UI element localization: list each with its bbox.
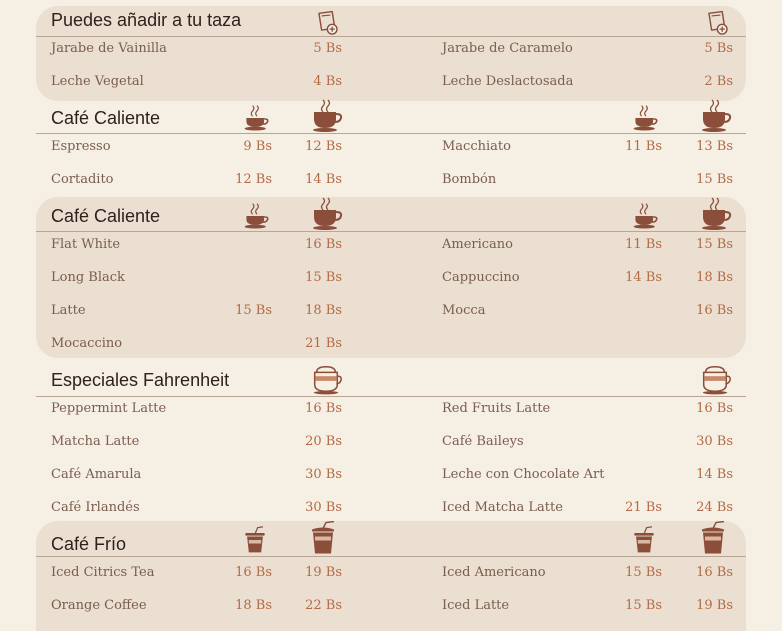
menu-item-name: Orange Coffee xyxy=(51,598,147,613)
menu-item-name: Americano xyxy=(442,237,514,252)
large-price: 14 Bs xyxy=(696,467,733,482)
small-price: 12 Bs xyxy=(235,172,272,187)
menu-item-name: Mocaccino xyxy=(51,336,123,351)
large-hot-cup-icon xyxy=(310,99,344,133)
small-hot-cup-icon xyxy=(631,103,661,133)
large-price: 14 Bs xyxy=(305,172,342,187)
large-price: 20 Bs xyxy=(305,434,342,449)
menu-item-price: 5 Bs xyxy=(313,41,342,56)
large-price: 19 Bs xyxy=(696,598,733,613)
small-price: 15 Bs xyxy=(625,565,662,580)
hot-coffee-title: Café Caliente xyxy=(51,108,161,128)
small-iced-cup-icon xyxy=(629,524,659,556)
small-price: 14 Bs xyxy=(625,270,662,285)
menu-item-name: Long Black xyxy=(51,270,125,285)
small-iced-cup-icon xyxy=(240,524,270,556)
menu-item-name: Iced Americano xyxy=(442,565,546,580)
large-price: 16 Bs xyxy=(696,565,733,580)
small-price: 15 Bs xyxy=(625,598,662,613)
large-price: 16 Bs xyxy=(696,303,733,318)
small-price: 11 Bs xyxy=(625,237,662,252)
large-hot-cup-icon xyxy=(699,197,733,231)
menu-item-name: Macchiato xyxy=(442,139,511,154)
large-price: 16 Bs xyxy=(305,237,342,252)
layered-cup-icon xyxy=(310,363,342,395)
hot-coffee-section-2: Café Caliente Flat White 16 Bs Long Blac… xyxy=(36,197,746,358)
small-price: 15 Bs xyxy=(235,303,272,318)
small-price: 11 Bs xyxy=(625,139,662,154)
menu-item-name: Mocca xyxy=(442,303,486,318)
large-hot-cup-icon xyxy=(699,99,733,133)
section-divider xyxy=(36,556,746,557)
menu-item-name: Matcha Latte xyxy=(51,434,140,449)
menu-item-name: Jarabe de Vainilla xyxy=(51,41,167,56)
menu-item-name: Cortadito xyxy=(51,172,114,187)
menu-item-name: Café Irlandés xyxy=(51,500,140,515)
menu-item-price: 2 Bs xyxy=(704,74,733,89)
large-iced-cup-icon xyxy=(696,521,730,556)
large-price: 15 Bs xyxy=(305,270,342,285)
large-iced-cup-icon xyxy=(306,521,340,556)
menu-item-name: Peppermint Latte xyxy=(51,401,167,416)
large-price: 30 Bs xyxy=(305,500,342,515)
large-price: 22 Bs xyxy=(305,598,342,613)
small-price: 21 Bs xyxy=(625,500,662,515)
menu-item-name: Cappuccino xyxy=(442,270,520,285)
section-divider xyxy=(36,133,746,134)
cup-add-icon xyxy=(701,8,731,38)
menu-item-name: Latte xyxy=(51,303,86,318)
large-price: 18 Bs xyxy=(305,303,342,318)
menu-item-name: Espresso xyxy=(51,139,111,154)
small-price: 16 Bs xyxy=(235,565,272,580)
small-hot-cup-icon xyxy=(242,201,272,231)
large-price: 21 Bs xyxy=(305,336,342,351)
specials-title: Especiales Fahrenheit xyxy=(51,370,230,390)
large-price: 15 Bs xyxy=(696,172,733,187)
menu-item-name: Jarabe de Caramelo xyxy=(442,41,573,56)
large-price: 24 Bs xyxy=(696,500,733,515)
menu-item-name: Leche con Chocolate Art xyxy=(442,467,605,482)
cup-add-icon xyxy=(311,8,341,38)
large-hot-cup-icon xyxy=(310,197,344,231)
menu-item-name: Red Fruits Latte xyxy=(442,401,551,416)
menu-item-name: Iced Citrics Tea xyxy=(51,565,155,580)
small-price: 18 Bs xyxy=(235,598,272,613)
hot-coffee-title: Café Caliente xyxy=(51,206,161,226)
section-divider xyxy=(36,36,746,37)
addons-section: Puedes añadir a tu taza Jarabe de Vainil… xyxy=(36,6,746,101)
large-price: 16 Bs xyxy=(696,401,733,416)
menu-item-price: 4 Bs xyxy=(313,74,342,89)
large-price: 15 Bs xyxy=(696,237,733,252)
large-price: 16 Bs xyxy=(305,401,342,416)
large-price: 12 Bs xyxy=(305,139,342,154)
menu-item-name: Bombón xyxy=(442,172,497,187)
section-divider xyxy=(36,396,746,397)
small-hot-cup-icon xyxy=(242,103,272,133)
menu-item-name: Leche Vegetal xyxy=(51,74,144,89)
menu-item-name: Café Amarula xyxy=(51,467,142,482)
large-price: 18 Bs xyxy=(696,270,733,285)
large-price: 30 Bs xyxy=(305,467,342,482)
small-hot-cup-icon xyxy=(631,201,661,231)
menu-item-price: 5 Bs xyxy=(704,41,733,56)
specials-section: Especiales Fahrenheit Peppermint Latte 1… xyxy=(36,361,746,521)
menu-item-name: Café Baileys xyxy=(442,434,524,449)
menu-item-name: Iced Matcha Latte xyxy=(442,500,563,515)
cold-coffee-title: Café Frío xyxy=(51,534,127,554)
large-price: 13 Bs xyxy=(696,139,733,154)
menu-item-name: Iced Latte xyxy=(442,598,510,613)
layered-cup-icon xyxy=(699,363,731,395)
large-price: 30 Bs xyxy=(696,434,733,449)
menu-item-name: Flat White xyxy=(51,237,121,252)
small-price: 9 Bs xyxy=(243,139,272,154)
menu-item-name: Leche Deslactosada xyxy=(442,74,574,89)
large-price: 19 Bs xyxy=(305,565,342,580)
hot-coffee-section: Café Caliente Espresso 9 Bs 12 Bs Cortad… xyxy=(36,101,746,197)
section-divider xyxy=(36,231,746,232)
addons-title: Puedes añadir a tu taza xyxy=(51,10,242,30)
